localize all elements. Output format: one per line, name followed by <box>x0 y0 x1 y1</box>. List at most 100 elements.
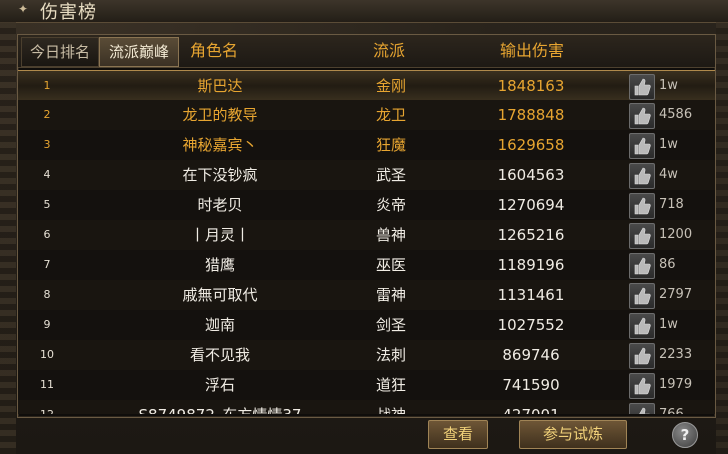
like-button[interactable] <box>629 373 655 399</box>
rank-cell: 1 <box>43 79 51 92</box>
rank-cell: 4 <box>43 168 51 181</box>
like-count: 2797 <box>659 287 693 302</box>
damage-cell: 1848163 <box>497 77 565 95</box>
like-count: 1979 <box>659 377 693 392</box>
school-cell: 狂魔 <box>375 136 406 154</box>
school-cell: 巫医 <box>375 256 406 274</box>
like-button[interactable] <box>629 283 655 309</box>
window-title: 伤害榜 <box>40 2 97 23</box>
school-cell: 武圣 <box>375 166 406 184</box>
damage-cell: 1027552 <box>497 316 565 334</box>
rank-cell: 5 <box>43 198 51 211</box>
table-row[interactable]: 5 时老贝 炎帝 1270694 718 <box>18 190 715 221</box>
player-name-cell: 浮石 <box>204 376 235 394</box>
like-button[interactable] <box>629 74 655 100</box>
table-row[interactable]: 11 浮石 道狂 741590 1979 <box>18 370 715 401</box>
school-cell: 龙卫 <box>375 106 406 124</box>
help-icon[interactable]: ? <box>672 422 698 448</box>
tab-school-peak[interactable]: 流派巅峰 <box>99 37 179 67</box>
table-row[interactable]: 8 戚無可取代 雷神 1131461 2797 <box>18 280 715 311</box>
like-count: 86 <box>659 257 676 272</box>
like-count: 1w <box>659 78 678 93</box>
like-button[interactable] <box>629 133 655 159</box>
right-ornament <box>716 22 728 454</box>
table-row[interactable]: 2 龙卫的教导 龙卫 1788848 4586 <box>18 100 715 131</box>
table-row[interactable]: 10 看不见我 法刺 869746 2233 <box>18 340 715 371</box>
school-cell: 兽神 <box>375 226 406 244</box>
damage-cell: 1270694 <box>497 196 565 214</box>
damage-cell: 741590 <box>502 376 560 394</box>
like-button[interactable] <box>629 343 655 369</box>
like-count: 1w <box>659 137 678 152</box>
column-header-name: 角色名 <box>190 41 239 60</box>
like-count: 2233 <box>659 347 693 362</box>
like-button[interactable] <box>629 103 655 129</box>
rank-cell: 11 <box>40 378 54 391</box>
damage-cell: 1788848 <box>497 106 565 124</box>
rank-cell: 8 <box>43 288 51 301</box>
school-cell: 剑圣 <box>375 316 406 334</box>
school-cell: 炎帝 <box>375 196 406 214</box>
like-button[interactable] <box>629 163 655 189</box>
ranking-panel: 今日排名 流派巅峰 角色名 流派 输出伤害 1 斯巴达 金刚 1848163 1w 2 龙卫… <box>17 34 716 418</box>
table-row[interactable]: 1 斯巴达 金刚 1848163 1w <box>18 70 715 102</box>
damage-cell: 869746 <box>502 346 560 364</box>
table-row[interactable]: 9 迦南 剑圣 1027552 1w <box>18 310 715 341</box>
like-count: 1200 <box>659 227 693 242</box>
like-button[interactable] <box>629 193 655 219</box>
player-name-cell: 斯巴达 <box>197 77 243 95</box>
leaderboard-window: ✦ 伤害榜 今日排名 流派巅峰 角色名 流派 输出伤害 1 斯巴达 金刚 184816… <box>0 0 728 454</box>
rank-cell: 7 <box>43 258 51 271</box>
join-trial-button[interactable]: 参与试炼 <box>519 420 627 449</box>
table-row[interactable]: 6 丨月灵丨 兽神 1265216 1200 <box>18 220 715 251</box>
damage-cell: 1629658 <box>497 136 565 154</box>
rank-cell: 2 <box>43 108 51 121</box>
player-name-cell: 丨月灵丨 <box>189 226 250 244</box>
column-header-school: 流派 <box>373 41 406 60</box>
rank-cell: 12 <box>36 400 58 414</box>
player-name-cell: 猎鹰 <box>204 256 235 274</box>
school-cell: 雷神 <box>375 286 406 304</box>
title-bar: ✦ 伤害榜 <box>0 0 728 23</box>
table-row[interactable]: 12 S8749872_东方情情37 战神 427001 766 <box>18 400 715 414</box>
like-count: 718 <box>659 197 684 212</box>
left-ornament <box>0 22 16 454</box>
rank-cell: 9 <box>43 318 51 331</box>
player-name-cell: 时老贝 <box>197 196 243 214</box>
like-button[interactable] <box>629 403 655 414</box>
sparkle-icon: ✦ <box>18 2 29 16</box>
like-count: 4586 <box>659 107 693 122</box>
rank-cell: 6 <box>43 228 51 241</box>
player-name-cell: S8749872_东方情情37 <box>128 400 312 414</box>
rank-cell: 10 <box>40 348 54 361</box>
damage-cell: 1189196 <box>497 256 565 274</box>
rank-cell: 3 <box>43 138 51 151</box>
damage-cell: 1604563 <box>497 166 565 184</box>
view-button[interactable]: 查看 <box>428 420 488 449</box>
ranking-list[interactable]: 1 斯巴达 金刚 1848163 1w 2 龙卫的教导 龙卫 1788848 4586 3 神秘嘉宾丶… <box>18 70 715 414</box>
like-count: 4w <box>659 167 678 182</box>
player-name-cell: 神秘嘉宾丶 <box>182 136 258 154</box>
player-name-cell: 戚無可取代 <box>182 286 258 304</box>
like-button[interactable] <box>629 313 655 339</box>
table-row[interactable]: 3 神秘嘉宾丶 狂魔 1629658 1w <box>18 130 715 161</box>
table-row[interactable]: 7 猎鹰 巫医 1189196 86 <box>18 250 715 281</box>
damage-cell: 427001 <box>486 400 576 414</box>
player-name-cell: 迦南 <box>204 316 235 334</box>
table-header: 今日排名 流派巅峰 角色名 流派 输出伤害 <box>18 35 715 68</box>
like-count: 1w <box>659 317 678 332</box>
damage-cell: 1131461 <box>497 286 565 304</box>
school-cell: 法刺 <box>375 346 406 364</box>
like-button[interactable] <box>629 253 655 279</box>
player-name-cell: 看不见我 <box>189 346 250 364</box>
tab-today-ranking[interactable]: 今日排名 <box>21 37 99 67</box>
footer-bar: 查看 参与试炼 ? <box>17 418 714 454</box>
column-header-damage: 输出伤害 <box>500 41 565 60</box>
table-row[interactable]: 4 在下没钞疯 武圣 1604563 4w <box>18 160 715 191</box>
like-button[interactable] <box>629 223 655 249</box>
player-name-cell: 龙卫的教导 <box>182 106 258 124</box>
school-cell: 战神 <box>356 400 426 414</box>
school-cell: 道狂 <box>375 376 406 394</box>
school-cell: 金刚 <box>375 77 406 95</box>
damage-cell: 1265216 <box>497 226 565 244</box>
